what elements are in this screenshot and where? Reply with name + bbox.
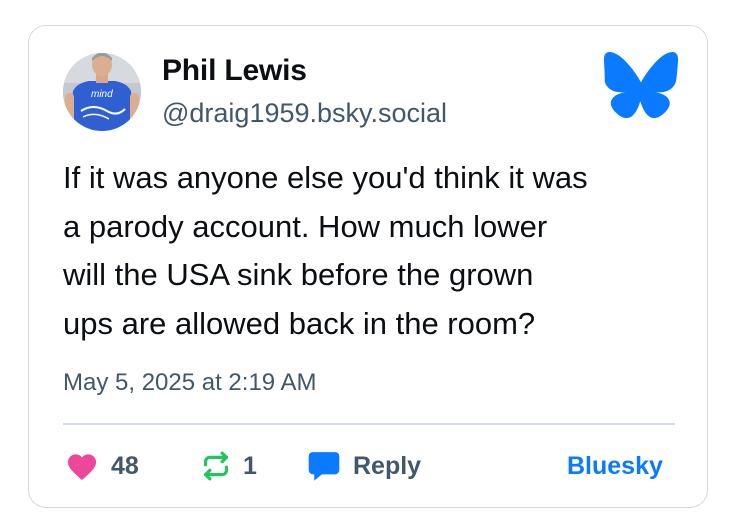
post-embed-card[interactable]: mind Phil Lewis @draig1959.bsky.social I… xyxy=(28,25,708,508)
reply-button[interactable]: Reply xyxy=(307,446,421,486)
post-timestamp[interactable]: May 5, 2025 at 2:19 AM xyxy=(63,369,317,397)
reply-label: Reply xyxy=(353,451,422,480)
like-count: 48 xyxy=(111,451,139,480)
author-display-name[interactable]: Phil Lewis xyxy=(162,54,307,88)
open-in-bluesky-link[interactable]: Bluesky xyxy=(567,446,663,486)
divider xyxy=(63,423,675,425)
repost-icon xyxy=(203,451,229,481)
repost-count: 1 xyxy=(243,451,257,480)
like-button[interactable]: 48 xyxy=(65,446,139,486)
post-text: If it was anyone else you'd think it was… xyxy=(63,160,588,341)
repost-button[interactable]: 1 xyxy=(201,446,257,486)
author-handle[interactable]: @draig1959.bsky.social xyxy=(162,98,447,129)
avatar-shirt-text: mind xyxy=(91,89,113,100)
post-actions: 48 1 Reply Bluesky xyxy=(29,446,707,486)
speech-bubble-icon xyxy=(308,452,340,481)
bluesky-butterfly-icon[interactable] xyxy=(603,52,679,118)
heart-icon xyxy=(67,454,97,481)
author-avatar[interactable]: mind xyxy=(63,53,141,131)
